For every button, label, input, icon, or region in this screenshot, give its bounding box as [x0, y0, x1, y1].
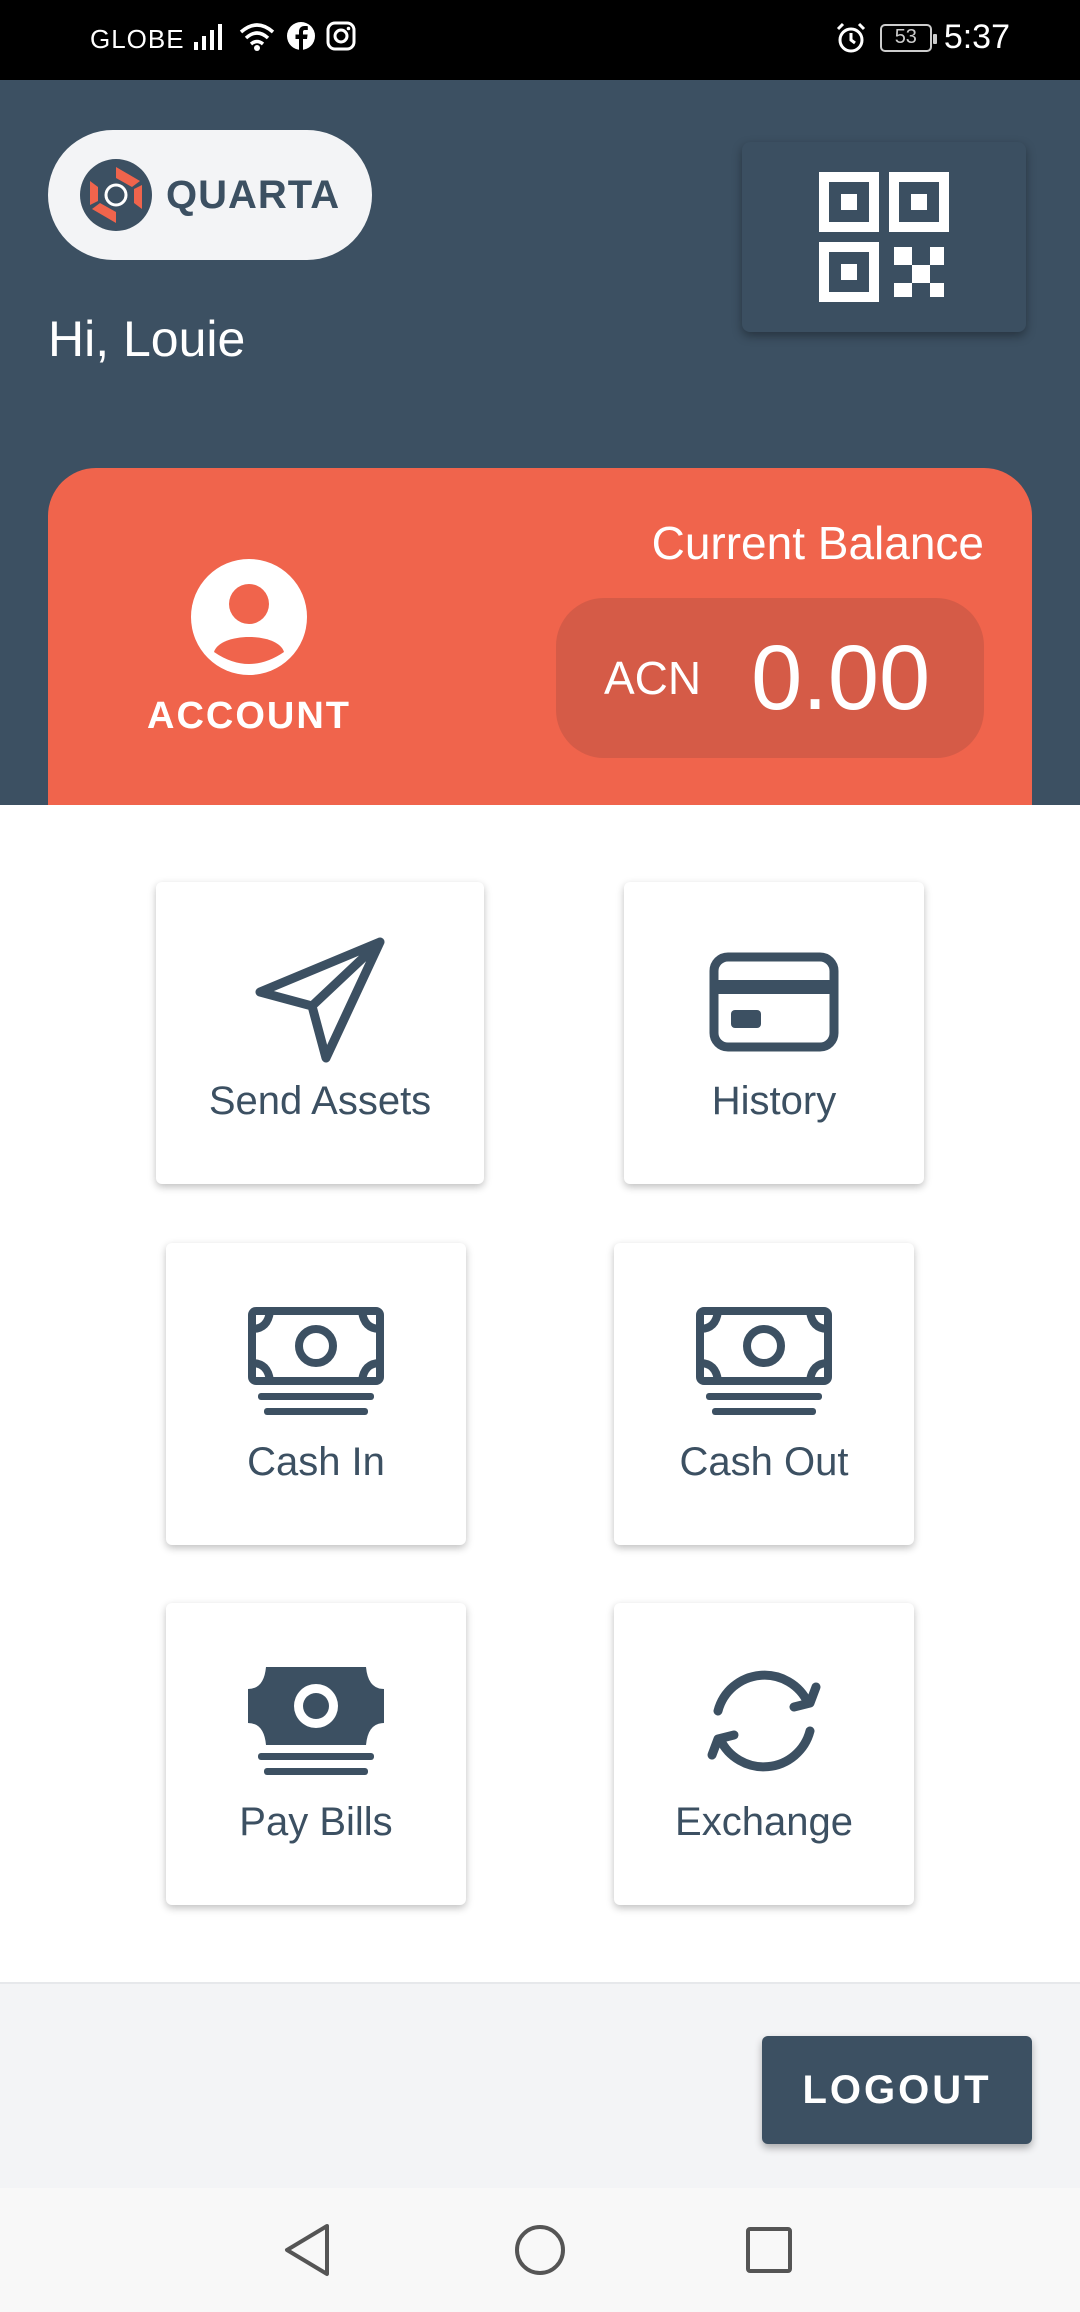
brand-logo: QUARTA: [48, 130, 372, 260]
clock: 5:37: [943, 18, 1010, 56]
pay-bills-button[interactable]: Pay Bills: [166, 1603, 466, 1905]
header: QUARTA Hi, Louie ACCOUNT Current Balance…: [0, 80, 1080, 805]
tile-label: Cash Out: [679, 1440, 849, 1484]
cash-out-button[interactable]: Cash Out: [614, 1243, 914, 1545]
back-button[interactable]: [276, 2218, 340, 2282]
signal-icon: [194, 24, 222, 50]
home-circle-icon: [515, 2225, 565, 2275]
battery-icon: 53: [879, 23, 937, 52]
currency-code: ACN: [604, 652, 702, 704]
footer: LOGOUT: [0, 1982, 1080, 2188]
instagram-icon: [326, 21, 356, 51]
recents-button[interactable]: [737, 2218, 801, 2282]
tile-label: Send Assets: [208, 1079, 432, 1123]
tile-label: Cash In: [247, 1440, 385, 1484]
account-button[interactable]: ACCOUNT: [144, 558, 354, 738]
back-icon: [285, 2224, 329, 2276]
cash-in-button[interactable]: Cash In: [166, 1243, 466, 1545]
current-balance-label: Current Balance: [651, 517, 984, 569]
sync-icon: [707, 1670, 821, 1772]
balance-amount: 0.00: [751, 626, 931, 729]
system-nav-bar: [0, 2188, 1080, 2312]
send-assets-button[interactable]: Send Assets: [156, 882, 484, 1184]
balance-display: ACN 0.00: [556, 598, 984, 758]
history-button[interactable]: History: [624, 882, 924, 1184]
tile-label: Exchange: [675, 1800, 853, 1844]
alarm-icon: [836, 22, 865, 52]
quarta-logo-icon: [80, 159, 152, 231]
logout-button[interactable]: LOGOUT: [762, 2036, 1032, 2144]
brand-name: QUARTA: [166, 172, 341, 217]
tile-label: History: [711, 1079, 837, 1123]
qr-code-button[interactable]: [742, 142, 1026, 332]
facebook-icon: [287, 22, 315, 51]
cash-icon: [696, 1307, 832, 1415]
qr-code-icon: [819, 172, 949, 302]
home-button[interactable]: [508, 2218, 572, 2282]
send-icon: [255, 937, 385, 1063]
user-avatar-icon: [191, 559, 307, 675]
greeting: Hi, Louie: [48, 311, 246, 367]
account-label: ACCOUNT: [147, 695, 351, 737]
card-icon: [709, 952, 839, 1052]
exchange-button[interactable]: Exchange: [614, 1603, 914, 1905]
balance-card: ACCOUNT Current Balance ACN 0.00: [48, 468, 1032, 805]
status-bar: GLOBE 53 5:37: [0, 0, 1080, 80]
recents-square-icon: [746, 2227, 792, 2273]
carrier-name: GLOBE: [90, 24, 185, 54]
cash-filled-icon: [248, 1667, 384, 1775]
wifi-icon: [239, 23, 275, 51]
cash-icon: [248, 1307, 384, 1415]
tile-label: Pay Bills: [239, 1800, 393, 1844]
